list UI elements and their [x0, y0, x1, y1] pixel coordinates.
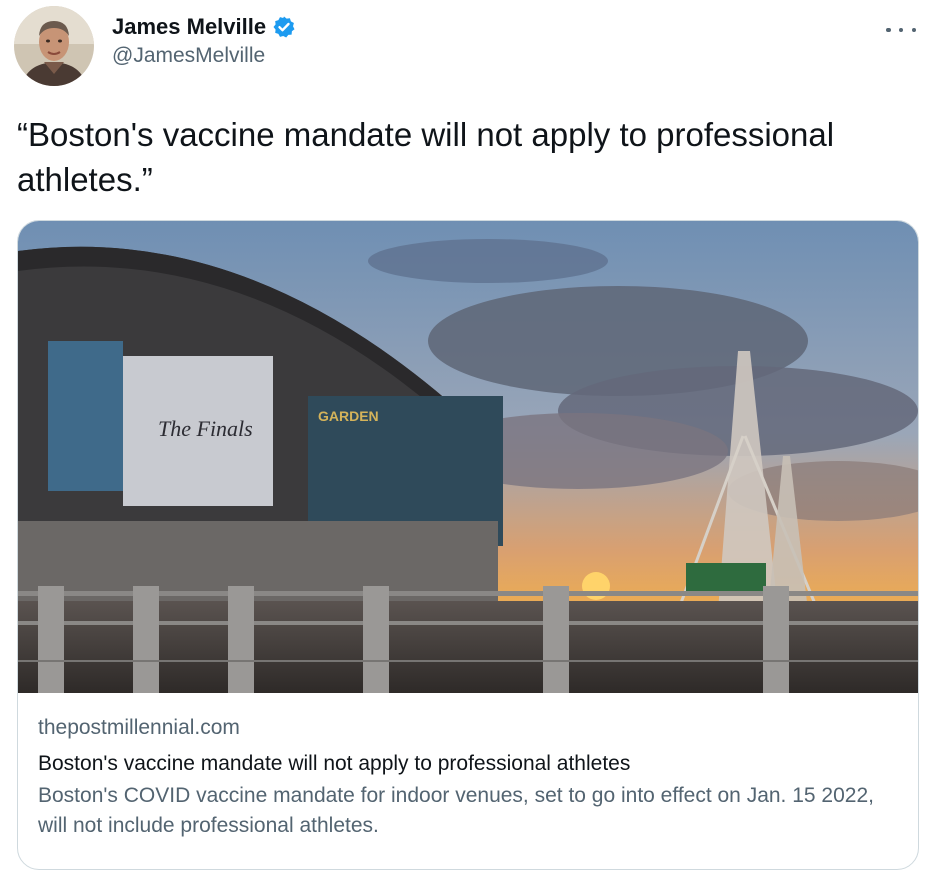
profile-photo: [14, 6, 94, 86]
card-body: thepostmillennial.com Boston's vaccine m…: [38, 713, 898, 841]
name-row: James Melville: [112, 12, 296, 42]
author-handle[interactable]: @JamesMelville: [112, 44, 296, 68]
card-domain: thepostmillennial.com: [38, 716, 240, 739]
arena-sunset-photo: GARDEN The Finals: [18, 221, 918, 693]
card-image[interactable]: GARDEN The Finals: [18, 221, 918, 693]
verified-badge-icon: [272, 15, 296, 39]
tweet-header: James Melville @JamesMelville: [14, 6, 924, 88]
dot: [898, 27, 904, 33]
link-preview-card[interactable]: GARDEN The Finals thepostmillennial.com …: [17, 220, 919, 870]
dot: [886, 27, 891, 33]
author-info: James Melville @JamesMelville: [112, 12, 296, 68]
arena-sign-text: GARDEN: [318, 408, 379, 424]
more-options-icon[interactable]: [886, 20, 916, 40]
card-title: Boston's vaccine mandate will not apply …: [38, 752, 631, 775]
tweet-text: “Boston's vaccine mandate will not apply…: [17, 116, 835, 198]
card-description: Boston's COVID vaccine mandate for indoo…: [38, 784, 874, 837]
avatar[interactable]: [14, 6, 94, 86]
display-name[interactable]: James Melville: [112, 14, 266, 40]
banner-text: The Finals: [158, 416, 253, 441]
dot: [911, 27, 916, 33]
